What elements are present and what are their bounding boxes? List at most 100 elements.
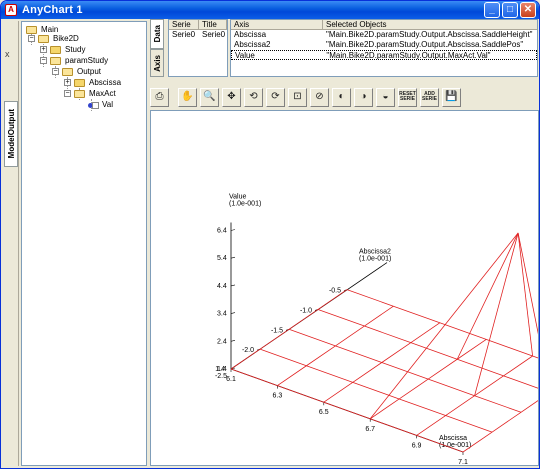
table-cell: Value xyxy=(235,51,255,59)
zoom-axis-icon: ⊘ xyxy=(315,91,324,102)
expand-icon[interactable]: + xyxy=(64,79,71,86)
zoom-axis-button[interactable]: ⊘ xyxy=(310,87,329,107)
tab-model-output-label: ModelOutput xyxy=(6,109,16,159)
expand-icon[interactable]: + xyxy=(40,46,47,53)
zoom-box-button[interactable]: ⊡ xyxy=(288,87,307,107)
table-header: Axis Selected Objects xyxy=(231,20,537,30)
value-tick-label: 3.4 xyxy=(217,311,227,318)
tree-item-output[interactable]: Output xyxy=(62,66,101,77)
move-icon: ✥ xyxy=(227,91,236,102)
collapse-icon[interactable]: − xyxy=(52,68,59,75)
column-header-selected-objects[interactable]: Selected Objects xyxy=(323,20,537,29)
column-header-axis[interactable]: Axis xyxy=(231,20,323,29)
abscissa-tick-label: 6.5 xyxy=(319,409,329,416)
table-cell: Serie0 xyxy=(202,30,226,39)
table-cell: Serie0 xyxy=(172,30,196,39)
table-row-selected[interactable]: Value "Main.Bike2D.paramStudy.Output.Max… xyxy=(231,50,537,60)
surface-line xyxy=(317,309,538,389)
surface-line xyxy=(230,368,464,453)
table-row[interactable]: Abscissa2 "Main.Bike2D.paramStudy.Output… xyxy=(231,40,537,50)
pan-hand-icon: ✋ xyxy=(181,91,194,102)
save-button[interactable]: 💾 xyxy=(442,87,461,107)
reset-serie-icon: RESET SERIE xyxy=(399,91,416,102)
rotate-icon: ⟲ xyxy=(249,91,258,102)
abscissa-tick-label: 7.1 xyxy=(458,459,468,465)
tree-item-study[interactable]: Study xyxy=(50,44,85,55)
origin-abscissa2-label: -2.5 xyxy=(215,373,227,380)
tree-item-val[interactable]: Val xyxy=(88,99,113,110)
tree-item-paramstudy[interactable]: paramStudy xyxy=(50,55,108,66)
folder-icon xyxy=(74,78,85,87)
view-front-icon: ◐ xyxy=(338,91,345,102)
value-tick xyxy=(230,312,236,314)
table-cell: "Main.Bike2D.paramStudy.Output.Abscissa.… xyxy=(326,30,533,39)
value-tick xyxy=(230,340,236,342)
tree-item-label: Output xyxy=(77,67,102,76)
move-button[interactable]: ✥ xyxy=(222,87,241,107)
tree-item-bike2d[interactable]: Bike2D xyxy=(38,33,79,44)
surface-chart[interactable]: 1.42.43.44.45.46.4Value(1.0e-001)-2.0-1.… xyxy=(151,111,538,465)
rotate-button[interactable]: ⟲ xyxy=(244,87,263,107)
maximize-button[interactable]: □ xyxy=(502,2,518,18)
app-icon-letter: A xyxy=(8,5,14,14)
anychart-window: A AnyChart 1 _ □ ✕ x ModelOutput Main − … xyxy=(0,0,540,469)
axis-table: Axis Selected Objects Abscissa "Main.Bik… xyxy=(230,19,538,77)
tab-data[interactable]: Data xyxy=(150,19,164,49)
title-bar[interactable]: A AnyChart 1 _ □ ✕ xyxy=(1,1,539,19)
value-tick xyxy=(230,229,236,231)
reset-serie-button[interactable]: RESET SERIE xyxy=(398,87,417,107)
zoom-box-icon: ⊡ xyxy=(293,91,302,102)
collapse-icon[interactable]: − xyxy=(64,90,71,97)
zoom-button[interactable]: 🔍 xyxy=(200,87,219,107)
side-panel-strip: x ModelOutput xyxy=(3,21,19,466)
view-side-button[interactable]: ◑ xyxy=(354,87,373,107)
folder-open-icon xyxy=(38,34,49,43)
pan-button[interactable]: ✋ xyxy=(178,87,197,107)
series-tab-strip: Data Axis xyxy=(150,19,166,77)
column-header-serie[interactable]: Serie xyxy=(169,20,199,29)
view-side-icon: ◑ xyxy=(360,91,367,102)
peak-line xyxy=(474,232,519,396)
surface-line xyxy=(288,328,522,413)
tree-item-label: Bike2D xyxy=(53,34,79,43)
rotate-axis-button[interactable]: ⟳ xyxy=(266,87,285,107)
tree-item-maxact[interactable]: MaxAct xyxy=(74,88,116,99)
tab-model-output[interactable]: ModelOutput xyxy=(4,101,18,167)
table-cell: Abscissa2 xyxy=(234,40,271,49)
folder-open-icon xyxy=(26,25,37,34)
serie-table: Serie Title Serie0 Serie0 xyxy=(168,19,228,77)
chart-toolbar: ⎙ ✋ 🔍 ✥ ⟲ ⟳ ⊡ ⊘ ◐ ◑ ◒ RESET SERIE ADD SE… xyxy=(150,85,539,109)
tab-axis[interactable]: Axis xyxy=(150,49,164,77)
model-tree: Main − Bike2D + Study − paramStudy − Out… xyxy=(21,21,147,466)
tree-item-abscissa[interactable]: Abscissa xyxy=(74,77,121,88)
folder-icon xyxy=(50,45,61,54)
surface-line xyxy=(230,289,348,370)
chart-plot-area[interactable]: 1.4 2.4 3.4 4.4 5.4 6.4 Value (1.0e-001) -2.0 -1.… xyxy=(150,110,539,466)
value-tick-label: 5.4 xyxy=(217,255,227,262)
table-row[interactable]: Abscissa "Main.Bike2D.paramStudy.Output.… xyxy=(231,30,537,40)
table-header: Serie Title xyxy=(169,20,227,30)
tree-item-label: MaxAct xyxy=(89,89,116,98)
minimize-button[interactable]: _ xyxy=(484,2,500,18)
window-controls: _ □ ✕ xyxy=(484,2,536,18)
save-icon: 💾 xyxy=(445,91,458,102)
abscissa-tick-label: 6.7 xyxy=(365,426,375,433)
panel-close-icon[interactable]: x xyxy=(5,49,10,59)
collapse-icon[interactable]: − xyxy=(40,57,47,64)
print-button[interactable]: ⎙ xyxy=(150,87,169,107)
view-top-button[interactable]: ◒ xyxy=(376,87,395,107)
value-tick xyxy=(230,256,236,259)
table-row[interactable]: Serie0 Serie0 xyxy=(169,30,227,40)
table-cell: "Main.Bike2D.paramStudy.Output.Abscissa.… xyxy=(326,40,524,49)
view-front-button[interactable]: ◐ xyxy=(332,87,351,107)
add-serie-icon: ADD SERIE xyxy=(421,91,437,102)
print-icon: ⎙ xyxy=(155,91,164,102)
window-title: AnyChart 1 xyxy=(22,4,83,16)
close-button[interactable]: ✕ xyxy=(520,2,536,18)
view-top-icon: ◒ xyxy=(382,91,389,102)
abscissa2-tick-label: -1.5 xyxy=(271,327,283,334)
abscissa-tick-label: 6.9 xyxy=(412,442,422,449)
add-serie-button[interactable]: ADD SERIE xyxy=(420,87,439,107)
collapse-icon[interactable]: − xyxy=(28,35,35,42)
column-header-title[interactable]: Title xyxy=(199,20,227,29)
